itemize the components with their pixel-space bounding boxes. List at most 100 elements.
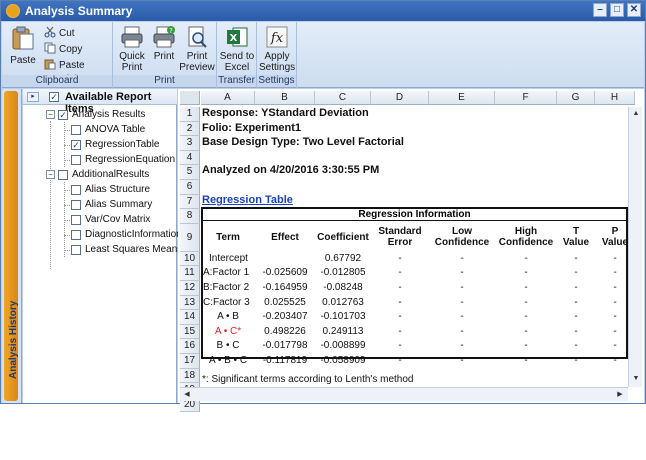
quick-print-label-2: Print bbox=[121, 62, 143, 73]
table-header-cell: Term bbox=[216, 231, 240, 243]
row-header[interactable]: 7 bbox=[180, 194, 200, 210]
row-header[interactable]: 13 bbox=[180, 295, 200, 311]
row-header[interactable]: 17 bbox=[180, 354, 200, 369]
quick-print-button[interactable]: Quick Print bbox=[116, 25, 148, 73]
regression-table-link[interactable]: Regression Table bbox=[202, 194, 293, 206]
least-squares-means-checkbox[interactable] bbox=[71, 245, 81, 255]
row-header[interactable]: 3 bbox=[180, 136, 200, 151]
scroll-left-icon[interactable]: ◀ bbox=[181, 389, 193, 401]
row-header[interactable]: 9 bbox=[180, 223, 200, 252]
column-header[interactable]: C bbox=[315, 91, 371, 105]
print-preview-label-1: Print bbox=[186, 51, 208, 62]
analysis-history-strip[interactable]: Analysis History DOE++ bbox=[2, 89, 22, 460]
row-header[interactable]: 15 bbox=[180, 324, 200, 340]
tree-item-least-squares-means[interactable]: Least Squares Means bbox=[85, 243, 182, 257]
collapse-icon[interactable]: − bbox=[46, 170, 55, 179]
table-cell: 0.67792 bbox=[324, 252, 362, 264]
table-cell: - bbox=[524, 355, 528, 366]
column-header[interactable]: B bbox=[255, 91, 315, 105]
copy-button[interactable]: Copy bbox=[44, 42, 82, 56]
analysis-results-checkbox[interactable]: ✓ bbox=[58, 110, 68, 120]
vertical-scrollbar[interactable]: ▲ ▼ bbox=[628, 107, 642, 387]
paste-special-icon bbox=[44, 58, 56, 70]
print-preview-button[interactable]: Print Preview bbox=[179, 25, 215, 73]
alias-structure-checkbox[interactable] bbox=[71, 185, 81, 195]
column-header[interactable]: G bbox=[557, 91, 595, 105]
tree-item-alias-structure[interactable]: Alias Structure bbox=[85, 183, 150, 197]
tree-item-diagnostic-information[interactable]: DiagnosticInformation bbox=[85, 228, 182, 242]
minimize-button[interactable]: – bbox=[593, 3, 607, 17]
row-header[interactable]: 5 bbox=[180, 165, 200, 180]
row-header[interactable]: 6 bbox=[180, 180, 200, 195]
regression-table-checkbox[interactable]: ✓ bbox=[71, 140, 81, 150]
alias-summary-checkbox[interactable] bbox=[71, 200, 81, 210]
column-header[interactable]: D bbox=[371, 91, 429, 105]
tree-item-var-cov-matrix[interactable]: Var/Cov Matrix bbox=[85, 213, 150, 227]
column-header[interactable]: F bbox=[495, 91, 557, 105]
function-icon: fx bbox=[265, 25, 289, 49]
doe-brand-label: DOE++ bbox=[6, 423, 18, 460]
tree-item-anova-table[interactable]: ANOVA Table bbox=[85, 123, 145, 137]
tree-group-analysis-results[interactable]: Analysis Results bbox=[72, 108, 145, 122]
row-header[interactable]: 11 bbox=[180, 266, 200, 281]
table-cell: - bbox=[574, 311, 578, 323]
analysis-summary-window: Analysis Summary – □ ✕ Paste Cut Copy Pa… bbox=[0, 0, 646, 460]
maximize-button[interactable]: □ bbox=[610, 3, 624, 17]
excel-icon: X bbox=[225, 25, 249, 49]
svg-text:fx: fx bbox=[270, 31, 284, 46]
table-cell: - bbox=[460, 311, 464, 323]
row-header[interactable]: 16 bbox=[180, 339, 200, 354]
row-header[interactable]: 8 bbox=[180, 209, 200, 224]
row-header[interactable]: 10 bbox=[180, 251, 200, 267]
table-header-cell: Standard Error bbox=[378, 225, 422, 248]
row-header[interactable]: 1 bbox=[180, 107, 200, 122]
regression-equation-checkbox[interactable] bbox=[71, 155, 81, 165]
term-cell: A • B bbox=[217, 311, 239, 323]
scroll-down-icon[interactable]: ▼ bbox=[630, 373, 642, 385]
close-button[interactable]: ✕ bbox=[627, 3, 641, 17]
table-cell: - bbox=[460, 252, 464, 264]
row-header[interactable]: 12 bbox=[180, 281, 200, 296]
cut-button[interactable]: Cut bbox=[44, 26, 75, 40]
send-to-excel-button[interactable]: X Send to Excel bbox=[219, 25, 255, 73]
scroll-right-icon[interactable]: ▶ bbox=[614, 389, 626, 401]
anova-table-checkbox[interactable] bbox=[71, 125, 81, 135]
print-button[interactable]: ? Print bbox=[150, 25, 178, 62]
table-header-cell: Effect bbox=[271, 231, 299, 243]
column-header[interactable]: E bbox=[429, 91, 495, 105]
column-header[interactable]: A bbox=[201, 91, 255, 105]
cut-label: Cut bbox=[59, 28, 75, 39]
tree-item-alias-summary[interactable]: Alias Summary bbox=[85, 198, 152, 212]
paste-button[interactable]: Paste bbox=[6, 25, 40, 66]
row-header[interactable]: 2 bbox=[180, 121, 200, 137]
collapse-icon[interactable]: − bbox=[46, 110, 55, 119]
scroll-up-icon[interactable]: ▲ bbox=[630, 108, 642, 120]
analyzed-line: Analyzed on 4/20/2016 3:30:55 PM bbox=[202, 164, 380, 176]
expand-arrow-icon[interactable]: ▸ bbox=[27, 92, 39, 102]
tree-group-additional-results[interactable]: AdditionalResults bbox=[72, 168, 149, 182]
tree-item-regression-table[interactable]: RegressionTable bbox=[85, 138, 160, 152]
row-header[interactable]: 4 bbox=[180, 150, 200, 166]
row-header[interactable]: 14 bbox=[180, 310, 200, 325]
svg-text:X: X bbox=[230, 33, 238, 44]
print-icon: ? bbox=[152, 25, 176, 49]
table-cell: - bbox=[524, 282, 528, 293]
row-header[interactable]: 18 bbox=[180, 368, 200, 384]
tree-item-regression-equation[interactable]: RegressionEquation bbox=[85, 153, 175, 167]
table-cell: - bbox=[398, 355, 402, 366]
available-items-checkbox[interactable]: ✓ bbox=[49, 92, 59, 102]
additional-results-checkbox[interactable] bbox=[58, 170, 68, 180]
table-cell: - bbox=[524, 296, 528, 308]
select-all-corner[interactable] bbox=[180, 91, 200, 105]
tree-header: ▸ ✓ Available Report Items bbox=[23, 89, 177, 115]
table-cell: -0.117819 bbox=[262, 355, 308, 366]
print-label: Print bbox=[153, 51, 175, 62]
horizontal-scrollbar[interactable]: ◀ ▶ bbox=[180, 387, 628, 401]
table-cell: - bbox=[460, 325, 464, 337]
var-cov-matrix-checkbox[interactable] bbox=[71, 215, 81, 225]
diagnostic-information-checkbox[interactable] bbox=[71, 230, 81, 240]
column-header[interactable]: H bbox=[595, 91, 635, 105]
apply-settings-button[interactable]: fx Apply Settings bbox=[259, 25, 295, 73]
paste-special-button[interactable]: Paste Special bbox=[44, 58, 112, 85]
table-header-cell: Low Confidence bbox=[434, 225, 490, 248]
